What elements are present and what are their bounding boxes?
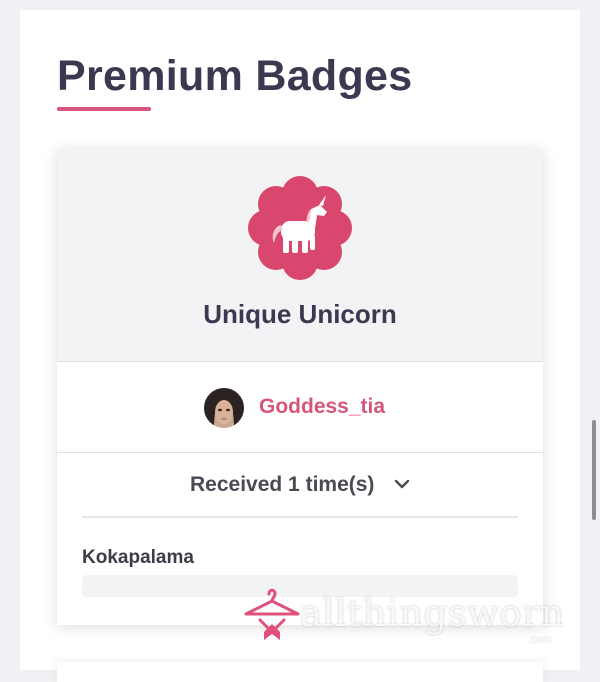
seller-name-link[interactable]: Goddess_tia	[259, 395, 385, 419]
unicorn-icon	[248, 176, 352, 280]
avatar[interactable]	[204, 388, 244, 428]
hanger-bow-icon	[244, 588, 300, 640]
divider	[82, 516, 518, 518]
received-toggle[interactable]: Received 1 time(s)	[57, 453, 543, 513]
seller-row[interactable]: Goddess_tia	[57, 362, 543, 453]
badge-name: Unique Unicorn	[203, 299, 397, 329]
badge-card: Unique Unicorn Goddess_tia Received 1 ti…	[57, 149, 543, 625]
title-underline	[57, 107, 151, 111]
watermark-text: allthingsworn	[300, 592, 565, 635]
received-count-label[interactable]: Received 1 time(s)	[190, 473, 374, 497]
page-panel: Premium Badges Unique Unicorn Goddess_ti…	[20, 10, 580, 682]
scrollbar[interactable]	[592, 420, 596, 520]
next-card-edge	[57, 662, 543, 682]
watermark-sub: .com	[528, 634, 552, 646]
chevron-down-icon[interactable]	[394, 478, 410, 490]
badge-header: Unique Unicorn	[57, 149, 543, 362]
page-title: Premium Badges	[57, 52, 413, 100]
recipient-name[interactable]: Kokapalama	[82, 547, 194, 569]
